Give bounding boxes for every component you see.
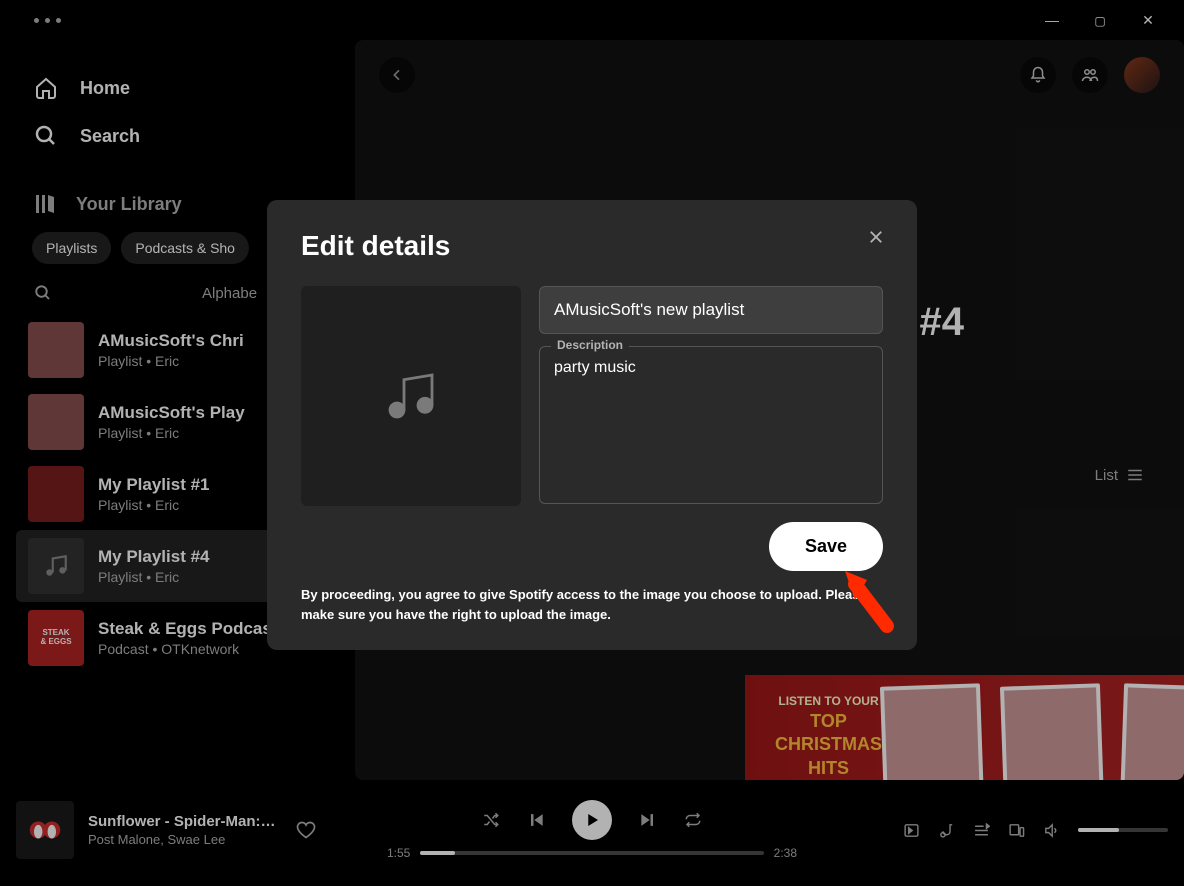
description-label: Description [551, 338, 629, 352]
modal-title: Edit details [301, 230, 883, 262]
edit-details-modal: Edit details AMusicSoft's new playlist D… [267, 200, 917, 650]
playlist-name-input[interactable]: AMusicSoft's new playlist [539, 286, 883, 334]
playlist-cover-picker[interactable] [301, 286, 521, 506]
modal-disclaimer: By proceeding, you agree to give Spotify… [301, 585, 871, 624]
modal-close-button[interactable] [861, 222, 891, 252]
modal-overlay[interactable]: Edit details AMusicSoft's new playlist D… [0, 0, 1184, 886]
playlist-description-input[interactable]: party music [539, 346, 883, 504]
save-button[interactable]: Save [769, 522, 883, 571]
